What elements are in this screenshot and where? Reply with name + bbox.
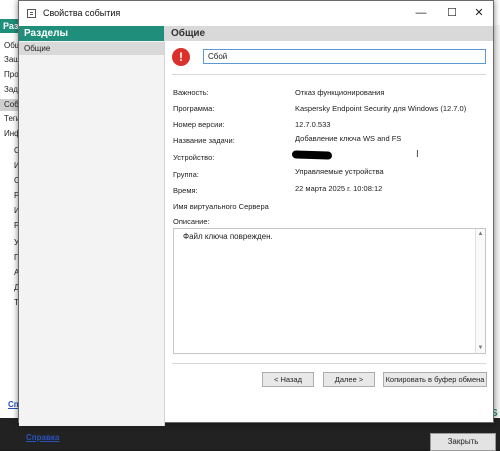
window-title: Свойства события: [43, 8, 121, 18]
importance-label: Важность:: [173, 88, 209, 97]
copy-to-clipboard-button[interactable]: Копировать в буфер обмена: [383, 372, 487, 387]
device-value-redacted: [291, 150, 333, 160]
description-scrollbar[interactable]: ▲ ▼: [475, 229, 485, 353]
divider: [172, 74, 486, 75]
error-icon: !: [172, 48, 190, 66]
event-name-field[interactable]: Сбой: [203, 49, 486, 64]
time-label: Время:: [173, 186, 198, 195]
description-textarea[interactable]: Файл ключа поврежден. ▲ ▼: [173, 228, 486, 354]
maximize-button[interactable]: ☐: [441, 4, 463, 22]
title-bar[interactable]: Свойства события — ☐ ✕: [19, 1, 493, 26]
next-button[interactable]: Далее >: [323, 372, 375, 387]
description-label: Описание:: [173, 217, 210, 226]
version-label: Номер версии:: [173, 120, 225, 129]
group-label: Группа:: [173, 170, 199, 179]
text-cursor-icon: I: [416, 149, 419, 160]
time-value: 22 марта 2025 г. 10:08:12: [295, 184, 383, 193]
virtual-server-label: Имя виртуального Сервера: [173, 202, 269, 211]
window-icon: [27, 9, 36, 18]
help-link[interactable]: Справка: [26, 433, 59, 442]
minimize-button[interactable]: —: [410, 4, 432, 22]
importance-value: Отказ функционирования: [295, 88, 385, 97]
device-label: Устройство:: [173, 153, 215, 162]
version-value: 12.7.0.533: [295, 120, 331, 129]
program-value: Kaspersky Endpoint Security для Windows …: [295, 104, 467, 113]
event-properties-dialog: Свойства события — ☐ ✕ Разделы Общие Спр…: [18, 0, 494, 442]
scroll-up-icon[interactable]: ▲: [476, 230, 485, 238]
section-title: Общие: [165, 26, 493, 41]
program-label: Программа:: [173, 104, 215, 113]
bg-close-button[interactable]: Закрыть: [430, 433, 496, 451]
task-name-value: Добавление ключа WS and FS: [295, 134, 402, 143]
sections-panel: Разделы Общие Справка: [19, 26, 165, 442]
group-value: Управляемые устройства: [295, 167, 384, 176]
task-name-label: Название задачи:: [173, 136, 235, 145]
sections-header: Разделы: [19, 26, 164, 41]
divider: [172, 363, 486, 364]
back-button[interactable]: < Назад: [262, 372, 314, 387]
close-button[interactable]: ✕: [468, 4, 490, 22]
description-text: Файл ключа поврежден.: [183, 232, 273, 241]
section-item-general[interactable]: Общие: [19, 42, 164, 55]
scroll-down-icon[interactable]: ▼: [476, 344, 485, 352]
